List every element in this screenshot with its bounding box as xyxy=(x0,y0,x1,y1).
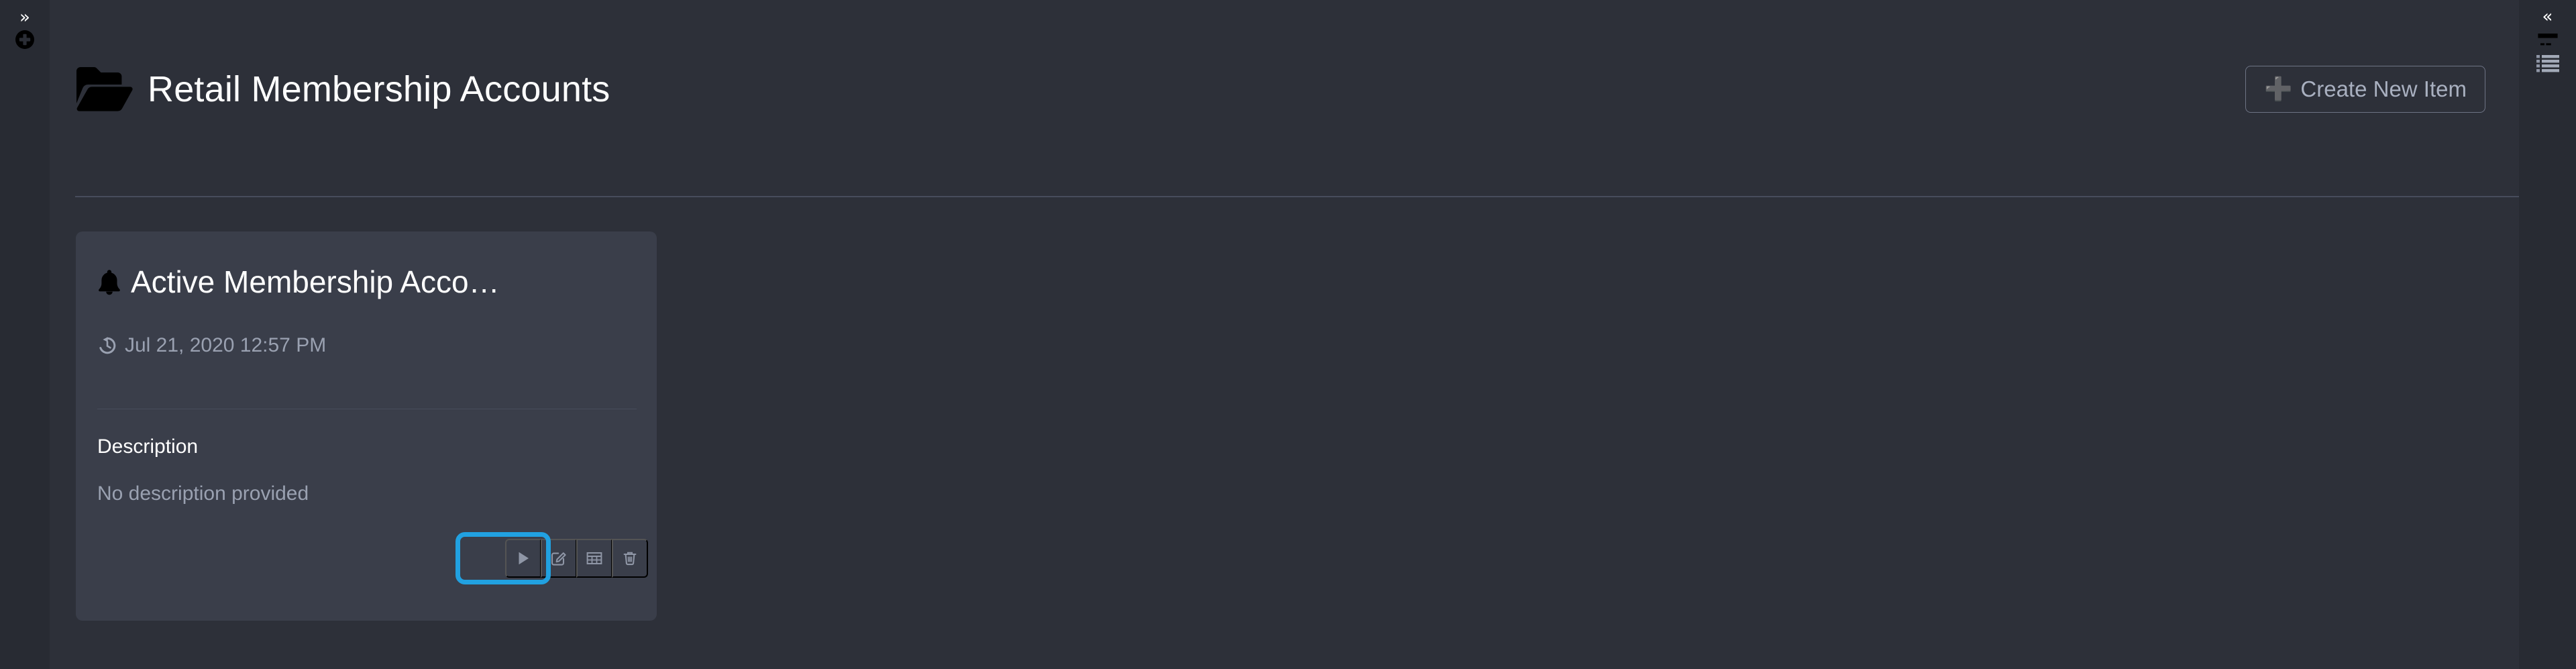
main-content: Retail Membership Accounts ➕ Create New … xyxy=(50,0,2519,669)
right-sidebar: « xyxy=(2519,0,2576,669)
card-timestamp: Jul 21, 2020 12:57 PM xyxy=(125,334,327,356)
card-timestamp-row: Jul 21, 2020 12:57 PM xyxy=(97,334,326,357)
card-title-row: Active Membership Acco… xyxy=(97,264,641,300)
page-title: Retail Membership Accounts xyxy=(148,69,610,109)
page-header: Retail Membership Accounts ➕ Create New … xyxy=(50,0,2519,197)
table-button[interactable] xyxy=(576,539,612,578)
bell-icon xyxy=(99,270,120,295)
create-new-item-button[interactable]: ➕ Create New Item xyxy=(2245,66,2485,113)
history-icon xyxy=(99,337,116,354)
add-new-button[interactable] xyxy=(0,24,50,55)
list-view-toggle[interactable] xyxy=(2519,40,2576,87)
pencil-square-icon xyxy=(551,552,566,566)
edit-button[interactable] xyxy=(541,539,577,578)
card-action-bar xyxy=(505,539,648,578)
left-sidebar: » xyxy=(0,0,50,669)
trash-icon xyxy=(623,552,637,566)
folder-open-icon xyxy=(76,67,133,111)
description-value: No description provided xyxy=(97,482,309,505)
plus-circle-icon xyxy=(15,30,34,49)
run-button[interactable] xyxy=(505,539,541,578)
card-title: Active Membership Acco… xyxy=(131,264,500,299)
item-card[interactable]: Active Membership Acco… Jul 21, 2020 12:… xyxy=(76,231,657,621)
list-icon xyxy=(2536,55,2559,72)
create-new-item-label: Create New Item xyxy=(2300,76,2467,101)
delete-button[interactable] xyxy=(612,539,648,578)
table-icon xyxy=(586,552,602,564)
header-row: Retail Membership Accounts ➕ Create New … xyxy=(75,59,2485,119)
description-label: Description xyxy=(97,435,199,458)
play-icon xyxy=(519,552,529,565)
plus-icon: ➕ xyxy=(2264,76,2293,103)
card-grid: Active Membership Acco… Jul 21, 2020 12:… xyxy=(76,231,2519,669)
page-title-group: Retail Membership Accounts xyxy=(75,66,610,113)
header-divider xyxy=(75,196,2519,197)
